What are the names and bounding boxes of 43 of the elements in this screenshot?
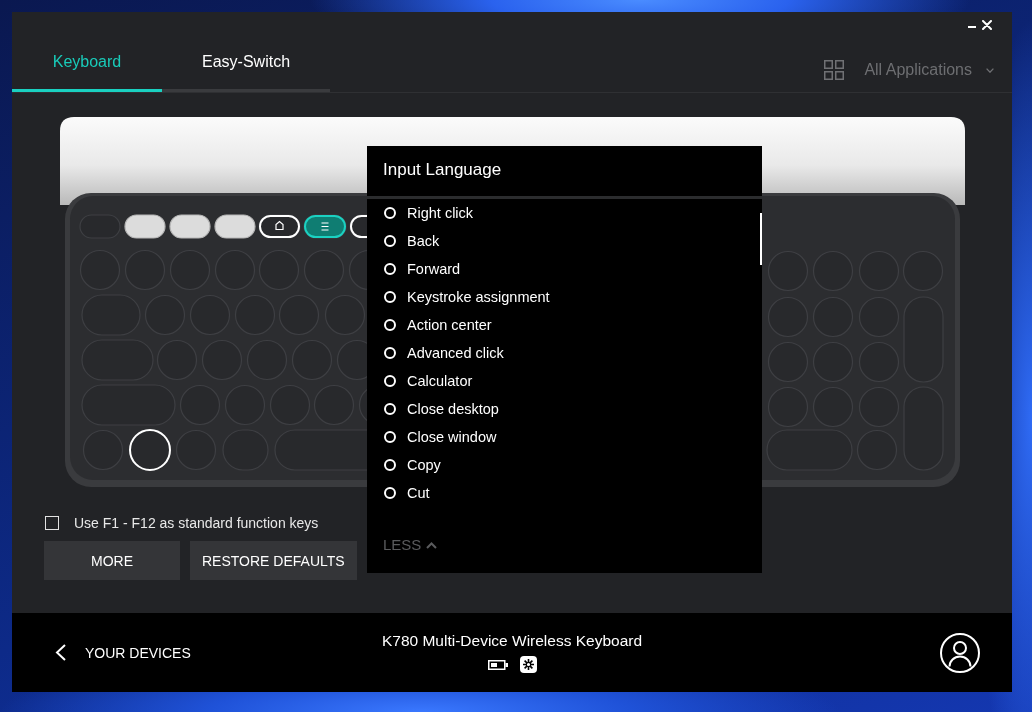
caret-up-icon [426, 541, 438, 549]
option-label[interactable]: Forward [407, 260, 461, 278]
radio-button[interactable] [384, 207, 396, 219]
option-label[interactable]: Calculator [407, 372, 473, 390]
tab[interactable]: Easy-Switch [162, 43, 331, 92]
more-button[interactable]: MORE [44, 541, 180, 580]
panel-title: Input Language [367, 146, 762, 199]
device-name: K780 Multi-Device Wireless Keyboard [381, 632, 643, 650]
option-label[interactable]: Close window [407, 428, 497, 446]
radio-button[interactable] [384, 403, 396, 415]
asterisk-icon [519, 656, 537, 673]
radio-button[interactable] [384, 235, 396, 247]
restore-defaults-button[interactable]: RESTORE DEFAULTS [190, 541, 357, 580]
close-icon[interactable] [982, 20, 992, 30]
chevron-left-icon [55, 644, 66, 661]
option-label[interactable]: Copy [407, 456, 441, 474]
home-icon [275, 220, 284, 231]
option-label[interactable]: Back [407, 232, 440, 250]
radio-button[interactable] [384, 263, 396, 275]
user-icon[interactable] [940, 632, 980, 673]
option-label[interactable]: Keystroke assignment [407, 288, 550, 306]
grid-icon [824, 60, 845, 80]
tab[interactable]: Keyboard [12, 43, 162, 92]
battery-icon [487, 659, 508, 670]
menu-icon [320, 222, 330, 231]
radio-button[interactable] [384, 375, 396, 387]
option-label[interactable]: Cut [407, 484, 430, 502]
option-label[interactable]: Action center [407, 316, 492, 334]
checkbox[interactable] [45, 516, 59, 530]
radio-button[interactable] [384, 291, 396, 303]
radio-button[interactable] [384, 487, 396, 499]
scrollbar-thumb[interactable] [760, 213, 762, 265]
radio-button[interactable] [384, 347, 396, 359]
option-label[interactable]: Close desktop [407, 400, 499, 418]
chevron-down-icon [986, 67, 994, 73]
option-label[interactable]: Advanced click [407, 344, 504, 362]
option-label[interactable]: Right click [407, 204, 474, 222]
back-button[interactable]: YOUR DEVICES [55, 643, 191, 662]
checkbox-label[interactable]: Use F1 - F12 as standard function keys [74, 514, 319, 532]
radio-button[interactable] [384, 431, 396, 443]
radio-button[interactable] [384, 319, 396, 331]
radio-button[interactable] [384, 459, 396, 471]
key-button[interactable] [304, 215, 346, 238]
